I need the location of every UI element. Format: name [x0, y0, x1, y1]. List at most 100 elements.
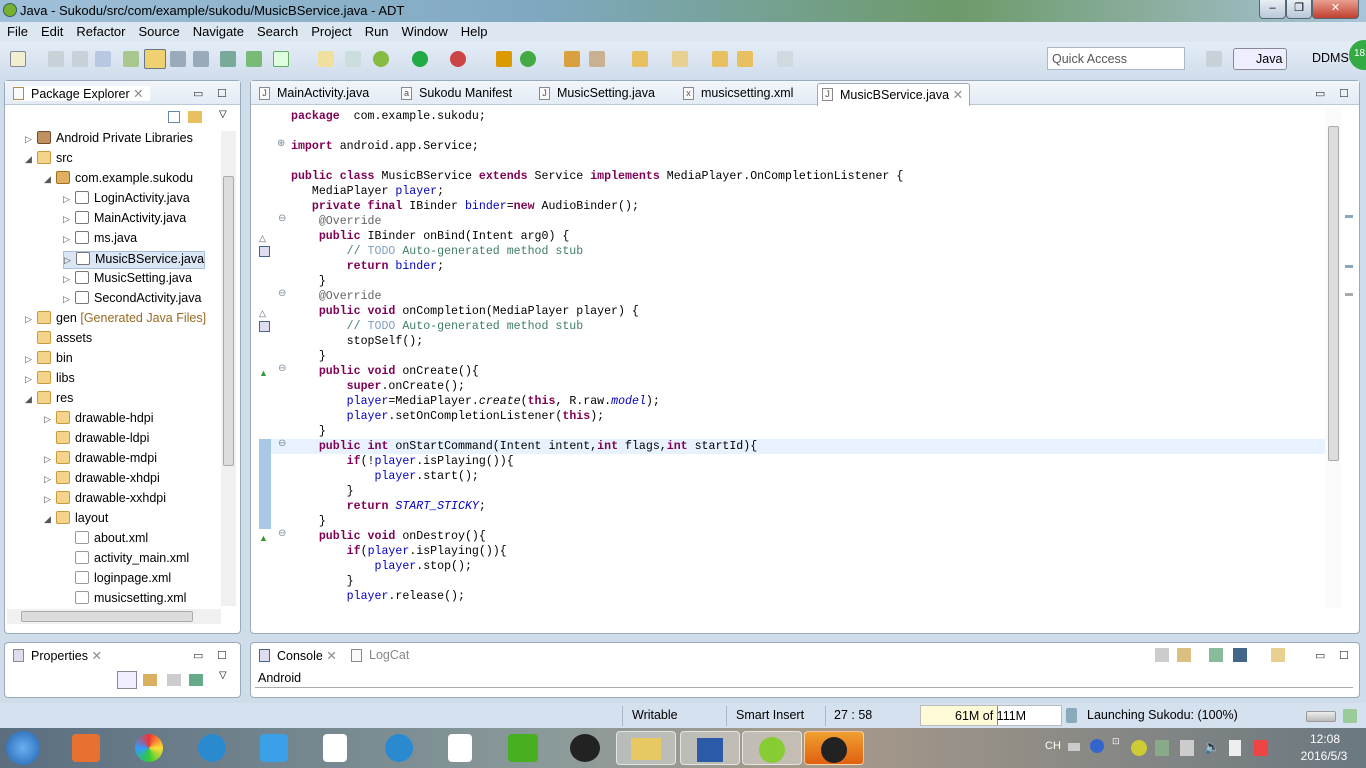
- tab-logcat[interactable]: LogCat: [351, 648, 409, 662]
- code-line[interactable]: public class MusicBService extends Servi…: [291, 169, 903, 184]
- menu-project[interactable]: Project: [304, 22, 357, 39]
- tree-item[interactable]: ▷ MusicSetting.java: [63, 271, 192, 289]
- display-console-icon[interactable]: [1233, 648, 1247, 662]
- tree-item[interactable]: assets: [25, 331, 92, 349]
- android-sdk-icon[interactable]: [123, 51, 139, 67]
- sdk-manager-icon[interactable]: [220, 51, 236, 67]
- tab-mainactivity[interactable]: J MainActivity.java: [259, 86, 369, 100]
- collapsed-arrow-icon[interactable]: ▷: [25, 134, 37, 145]
- collapsed-arrow-icon[interactable]: ▷: [25, 354, 37, 365]
- expanded-arrow-icon[interactable]: ◢: [25, 394, 37, 405]
- quick-access-input[interactable]: Quick Access: [1047, 47, 1185, 70]
- external-tools-icon[interactable]: [450, 51, 466, 67]
- code-line[interactable]: package com.example.sukodu;: [291, 109, 486, 124]
- debug-icon[interactable]: [373, 51, 389, 67]
- scroll-lock-icon[interactable]: [1177, 648, 1191, 662]
- scroll-thumb[interactable]: [1328, 126, 1339, 461]
- menu-file[interactable]: File: [0, 22, 34, 39]
- maximize-view-icon[interactable]: ☐: [1339, 649, 1349, 662]
- code-line[interactable]: stopSelf();: [291, 334, 424, 349]
- code-line[interactable]: }: [291, 574, 354, 589]
- collapse-all-icon[interactable]: [168, 111, 180, 123]
- tree-item[interactable]: activity_main.xml: [63, 551, 189, 569]
- perspective-java[interactable]: Java: [1233, 48, 1288, 70]
- menu-source[interactable]: Source: [132, 22, 186, 39]
- code-line[interactable]: // TODO Auto-generated method stub: [291, 244, 584, 259]
- close-icon[interactable]: ✕: [326, 649, 336, 663]
- maximize-view-icon[interactable]: ☐: [217, 649, 227, 662]
- block-selection-icon[interactable]: [170, 51, 186, 67]
- task-overview-marker[interactable]: [1345, 215, 1353, 218]
- maximize-editor-icon[interactable]: ☐: [1339, 87, 1349, 100]
- link-with-editor-icon[interactable]: [188, 111, 202, 123]
- document-icon[interactable]: [323, 734, 347, 762]
- menu-help[interactable]: Help: [454, 22, 494, 39]
- clock-time[interactable]: 12:08: [1300, 732, 1350, 746]
- search-icon[interactable]: [589, 51, 605, 67]
- collapsed-arrow-icon[interactable]: ▷: [63, 214, 75, 225]
- back-icon[interactable]: [737, 51, 753, 67]
- tab-musicsetting-java[interactable]: J MusicSetting.java: [539, 86, 655, 100]
- skip-breakpoints-icon[interactable]: [345, 51, 361, 67]
- collapsed-arrow-icon[interactable]: ▷: [25, 314, 37, 325]
- tree-item[interactable]: ▷ drawable-xhdpi: [44, 471, 160, 489]
- task-marker-icon[interactable]: [259, 321, 270, 332]
- close-button[interactable]: ✕: [1312, 0, 1359, 19]
- code-line[interactable]: }: [291, 349, 326, 364]
- run-icon[interactable]: [412, 51, 428, 67]
- minimize-view-icon[interactable]: ▭: [1315, 649, 1325, 662]
- code-line[interactable]: }: [291, 514, 326, 529]
- expand-fold-icon[interactable]: ⊕: [277, 138, 285, 149]
- tree-item[interactable]: ▷ LoginActivity.java: [63, 191, 190, 209]
- menu-refactor[interactable]: Refactor: [69, 22, 131, 39]
- collapse-fold-icon[interactable]: ⊖: [278, 528, 286, 539]
- menu-search[interactable]: Search: [250, 22, 304, 39]
- view-menu-icon[interactable]: ▽: [219, 670, 227, 681]
- tree-item[interactable]: ◢ layout: [44, 511, 108, 529]
- code-line[interactable]: }: [291, 484, 354, 499]
- progress-view-icon[interactable]: [1343, 709, 1357, 723]
- code-line[interactable]: }: [291, 274, 326, 289]
- collapsed-arrow-icon[interactable]: ▷: [63, 234, 75, 245]
- minimize-button[interactable]: –: [1259, 0, 1286, 19]
- code-line[interactable]: player.start();: [291, 469, 479, 484]
- maximize-view-icon[interactable]: ☐: [217, 87, 227, 100]
- code-line[interactable]: public void onCompletion(MediaPlayer pla…: [291, 304, 639, 319]
- avd-manager-icon[interactable]: [246, 51, 262, 67]
- tree-item[interactable]: ▷ ms.java: [63, 231, 137, 249]
- scroll-thumb[interactable]: [223, 176, 234, 466]
- tree-item[interactable]: ▷ drawable-hdpi: [44, 411, 154, 429]
- view-menu-icon[interactable]: ▽: [219, 109, 227, 120]
- new-android-project-icon[interactable]: [318, 51, 334, 67]
- collapsed-arrow-icon[interactable]: ▷: [44, 414, 56, 425]
- word-task[interactable]: [680, 731, 740, 765]
- tab-properties[interactable]: Properties ✕: [13, 648, 102, 663]
- override-marker-icon[interactable]: △: [259, 233, 266, 244]
- expanded-arrow-icon[interactable]: ◢: [25, 154, 37, 165]
- hscroll-thumb[interactable]: [21, 611, 193, 622]
- open-type-icon[interactable]: [564, 51, 580, 67]
- close-icon[interactable]: ✕: [953, 88, 963, 102]
- show-advanced-icon[interactable]: [143, 674, 157, 686]
- menu-navigate[interactable]: Navigate: [186, 22, 250, 39]
- open-console-icon[interactable]: [1271, 648, 1285, 662]
- tab-musicsetting-xml[interactable]: x musicsetting.xml: [683, 86, 793, 100]
- tree-item[interactable]: ▷ drawable-mdpi: [44, 451, 157, 469]
- collapsed-arrow-icon[interactable]: ▷: [44, 474, 56, 485]
- collapsed-arrow-icon[interactable]: ▷: [63, 274, 75, 285]
- close-icon[interactable]: ✕: [133, 87, 143, 101]
- collapsed-arrow-icon[interactable]: ▷: [63, 294, 75, 305]
- menu-edit[interactable]: Edit: [34, 22, 69, 39]
- maximize-button[interactable]: ❐: [1286, 0, 1312, 19]
- show-whitespace-icon[interactable]: [193, 51, 209, 67]
- code-line[interactable]: public int onStartCommand(Intent intent,…: [271, 439, 1325, 454]
- last-edit-icon[interactable]: [712, 51, 728, 67]
- code-line[interactable]: private final IBinder binder=new AudioBi…: [291, 199, 639, 214]
- collapsed-arrow-icon[interactable]: ▷: [25, 374, 37, 385]
- action-center-icon[interactable]: [1254, 740, 1268, 756]
- android-emulator-task[interactable]: [804, 731, 864, 765]
- occurrence-overview-marker[interactable]: [1345, 293, 1353, 296]
- code-editor[interactable]: package com.example.sukodu; import androi…: [271, 108, 1325, 608]
- input-language[interactable]: CH: [1045, 740, 1061, 752]
- tree-item[interactable]: ▷ libs: [25, 371, 75, 389]
